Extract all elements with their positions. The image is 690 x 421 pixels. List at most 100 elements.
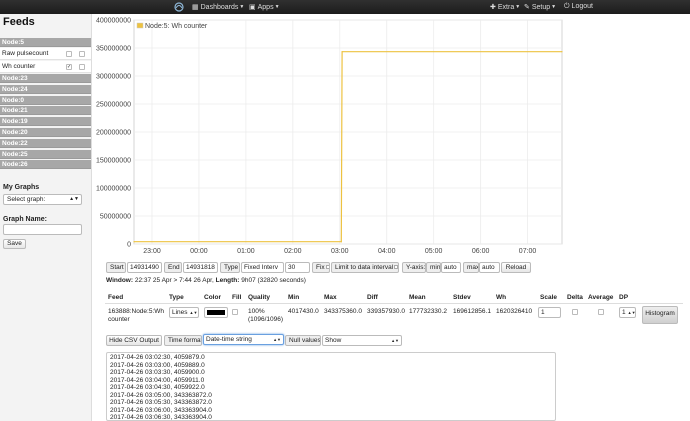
interval-input[interactable]: 30	[285, 262, 310, 273]
series-point	[133, 241, 135, 243]
feed-row[interactable]: Wh counter ✓	[0, 61, 91, 73]
feed-right-axis-checkbox[interactable]	[79, 51, 85, 57]
start-input[interactable]: 14931490	[127, 262, 162, 273]
yaxis-label: Y-axis:	[402, 262, 426, 273]
y-tick-label: 350000000	[96, 46, 131, 53]
stdev-value: 169612856.1	[453, 308, 491, 315]
col-average: Average	[588, 294, 614, 301]
x-tick-label: 05:00	[425, 248, 443, 255]
table-divider	[105, 303, 683, 304]
node-group-header[interactable]: Node:22	[0, 138, 91, 148]
y-tick-label: 100000000	[96, 186, 131, 193]
x-tick-label: 06:00	[472, 248, 490, 255]
csv-output[interactable]: 2017-04-26 03:02:30, 4059879.0 2017-04-26…	[106, 352, 556, 421]
feed-right-axis-checkbox[interactable]	[79, 64, 85, 70]
dp-select[interactable]: 1 ▲▼	[619, 307, 636, 318]
feed-row[interactable]: Raw pulsecount	[0, 48, 91, 60]
time-format-label: Time format:	[164, 335, 202, 346]
interval-type-select[interactable]: Fixed Interv	[241, 262, 284, 273]
node-group-header[interactable]: Node:25	[0, 149, 91, 159]
nav-apps[interactable]: ▣ Apps▼	[249, 2, 280, 12]
y-tick-label: 150000000	[96, 158, 131, 165]
col-dp: DP	[619, 294, 629, 301]
end-input[interactable]: 14931818	[183, 262, 218, 273]
node-group-header[interactable]: Node:24	[0, 84, 91, 94]
legend-swatch	[136, 22, 144, 29]
histogram-button[interactable]: Histogram	[642, 306, 678, 324]
graph-name-label: Graph Name:	[3, 216, 47, 223]
ymin-input[interactable]: auto	[441, 262, 461, 273]
nav-dashboards[interactable]: ▦ Dashboards▼	[192, 2, 244, 12]
x-tick-label: 02:00	[284, 248, 302, 255]
save-graph-button[interactable]: Save	[3, 239, 26, 249]
feed-chart[interactable]: 0 50000000 100000000 150000000 200000000 2500…	[96, 17, 566, 257]
nav-extra[interactable]: ✚ Extra▼	[490, 2, 520, 12]
diff-value: 339357930.0	[367, 308, 405, 315]
feed-left-axis-checkbox[interactable]: ✓	[66, 64, 72, 70]
average-checkbox[interactable]	[598, 309, 604, 315]
null-values-select[interactable]: Show ▲▼	[322, 335, 402, 346]
col-fill: Fill	[232, 294, 242, 301]
delta-checkbox[interactable]	[572, 309, 578, 315]
x-tick-label: 04:00	[378, 248, 396, 255]
scale-input[interactable]: 1	[538, 307, 561, 318]
max-value: 343375360.0	[324, 308, 362, 315]
y-tick-label: 300000000	[96, 74, 131, 81]
x-tick-label: 00:00	[190, 248, 208, 255]
graph-name-input[interactable]	[3, 224, 82, 235]
node-group-header[interactable]: Node:20	[0, 128, 91, 137]
node-group-header[interactable]: Node:5	[0, 38, 91, 47]
caret-down-icon: ▼	[239, 4, 245, 10]
col-max: Max	[324, 294, 337, 301]
reload-button[interactable]: Reload	[501, 262, 531, 273]
limit-interval-toggle[interactable]: Limit to data interval	[331, 262, 399, 273]
color-swatch	[207, 310, 225, 315]
y-tick-label: 50000000	[100, 214, 131, 221]
type-label: Type	[220, 262, 240, 273]
caret-down-icon: ▼	[515, 4, 521, 10]
x-tick-label: 23:00	[143, 248, 161, 255]
quality-value: 100% (1096/1096)	[248, 308, 284, 323]
x-tick-label: 01:00	[237, 248, 255, 255]
dashboard-icon: ▦	[192, 4, 199, 11]
legend-label: Node:5: Wh counter	[145, 23, 208, 30]
select-arrows-icon: ▲▼	[69, 196, 79, 202]
y-tick-label: 250000000	[96, 102, 131, 109]
csv-line: 2017-04-26 03:06:30, 343363904.0	[110, 414, 212, 421]
feeds-title: Feeds	[3, 16, 35, 28]
emoncms-logo-icon[interactable]	[174, 2, 184, 12]
fix-interval-toggle[interactable]: Fix	[312, 262, 330, 273]
nav-logout[interactable]: ⏻ Logout	[564, 2, 593, 12]
min-value: 4017430.0	[288, 308, 319, 315]
wrench-icon: ✎	[524, 4, 530, 11]
feed-left-axis-checkbox[interactable]	[66, 51, 72, 57]
y-tick-label: 400000000	[96, 18, 131, 25]
my-graphs-title: My Graphs	[3, 184, 40, 191]
node-group-header[interactable]: Node:0	[0, 95, 91, 105]
node-group-header[interactable]: Node:26	[0, 160, 91, 170]
caret-down-icon: ▼	[274, 4, 280, 10]
y-tick-label: 0	[127, 242, 131, 249]
node-group-header[interactable]: Node:21	[0, 106, 91, 116]
time-format-select[interactable]: Date-time string ▲▼	[203, 334, 284, 345]
color-picker[interactable]	[204, 307, 228, 318]
top-navbar: ▦ Dashboards▼ ▣ Apps▼ ✚ Extra▼ ✎ Setup▼ ⏻ Log…	[0, 0, 690, 14]
hide-csv-button[interactable]: Hide CSV Output	[106, 335, 162, 346]
wh-value: 1620326410	[496, 308, 533, 315]
graph-select[interactable]: Select graph: ▲▼	[3, 194, 82, 205]
node-group-header[interactable]: Node:19	[0, 117, 91, 127]
fix-checkbox[interactable]	[325, 265, 329, 269]
limit-checkbox[interactable]	[394, 265, 398, 269]
col-mean: Mean	[409, 294, 426, 301]
mean-value: 177732330.2	[409, 308, 447, 315]
ymax-input[interactable]: auto	[479, 262, 500, 273]
window-info: Window: 22:37 25 Apr > 7:44 26 Apr, Leng…	[106, 277, 306, 284]
select-arrows-icon: ▲▼	[189, 310, 198, 315]
col-type: Type	[169, 294, 184, 301]
nav-setup[interactable]: ✎ Setup▼	[524, 2, 556, 12]
series-point	[561, 51, 563, 53]
col-min: Min	[288, 294, 300, 301]
fill-checkbox[interactable]	[232, 309, 238, 315]
node-group-header[interactable]: Node:23	[0, 74, 91, 83]
line-type-select[interactable]: Lines ▲▼	[169, 307, 199, 318]
